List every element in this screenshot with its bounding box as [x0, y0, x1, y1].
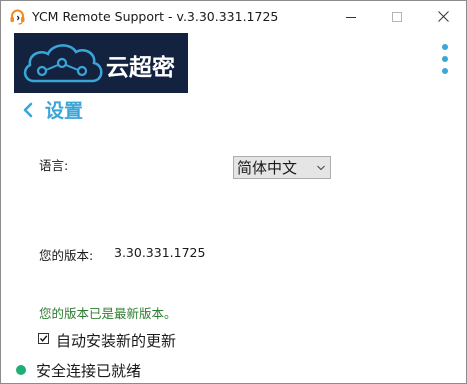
dot-icon: [442, 68, 448, 74]
version-value: 3.30.331.1725: [114, 245, 206, 260]
version-label: 您的版本:: [39, 248, 94, 263]
title-bar[interactable]: YCM Remote Support - v.3.30.331.1725: [1, 1, 466, 32]
chevron-left-icon[interactable]: [21, 99, 35, 121]
close-icon: [437, 11, 449, 22]
minimize-button[interactable]: [328, 1, 374, 32]
maximize-icon: [392, 11, 402, 22]
chevron-down-icon: [317, 165, 325, 171]
version-status-text: 您的版本已是最新版本。: [39, 306, 177, 321]
language-select[interactable]: 简体中文: [233, 156, 331, 179]
maximize-button[interactable]: [374, 1, 420, 32]
page-title: 设置: [45, 100, 84, 122]
brand-name: 云超密: [106, 55, 175, 81]
connection-status-indicator: [16, 365, 26, 375]
brand-logo: 云超密: [14, 33, 188, 93]
app-window: YCM Remote Support - v.3.30.331.1725 云超密…: [0, 0, 467, 384]
headset-icon: [10, 9, 25, 25]
auto-update-label[interactable]: 自动安装新的更新: [56, 330, 176, 351]
cloud-network-icon: [23, 44, 103, 83]
checkmark-icon: [39, 335, 48, 342]
dot-icon: [442, 56, 448, 62]
language-label: 语言:: [39, 158, 69, 173]
connection-status-text: 安全连接已就绪: [36, 362, 142, 380]
auto-update-checkbox[interactable]: [38, 333, 49, 344]
close-button[interactable]: [420, 1, 466, 32]
more-menu-button[interactable]: [439, 44, 453, 76]
minimize-icon: [346, 16, 356, 18]
language-selected-value: 简体中文: [237, 159, 298, 177]
window-title: YCM Remote Support - v.3.30.331.1725: [32, 9, 279, 24]
dot-icon: [442, 44, 448, 50]
